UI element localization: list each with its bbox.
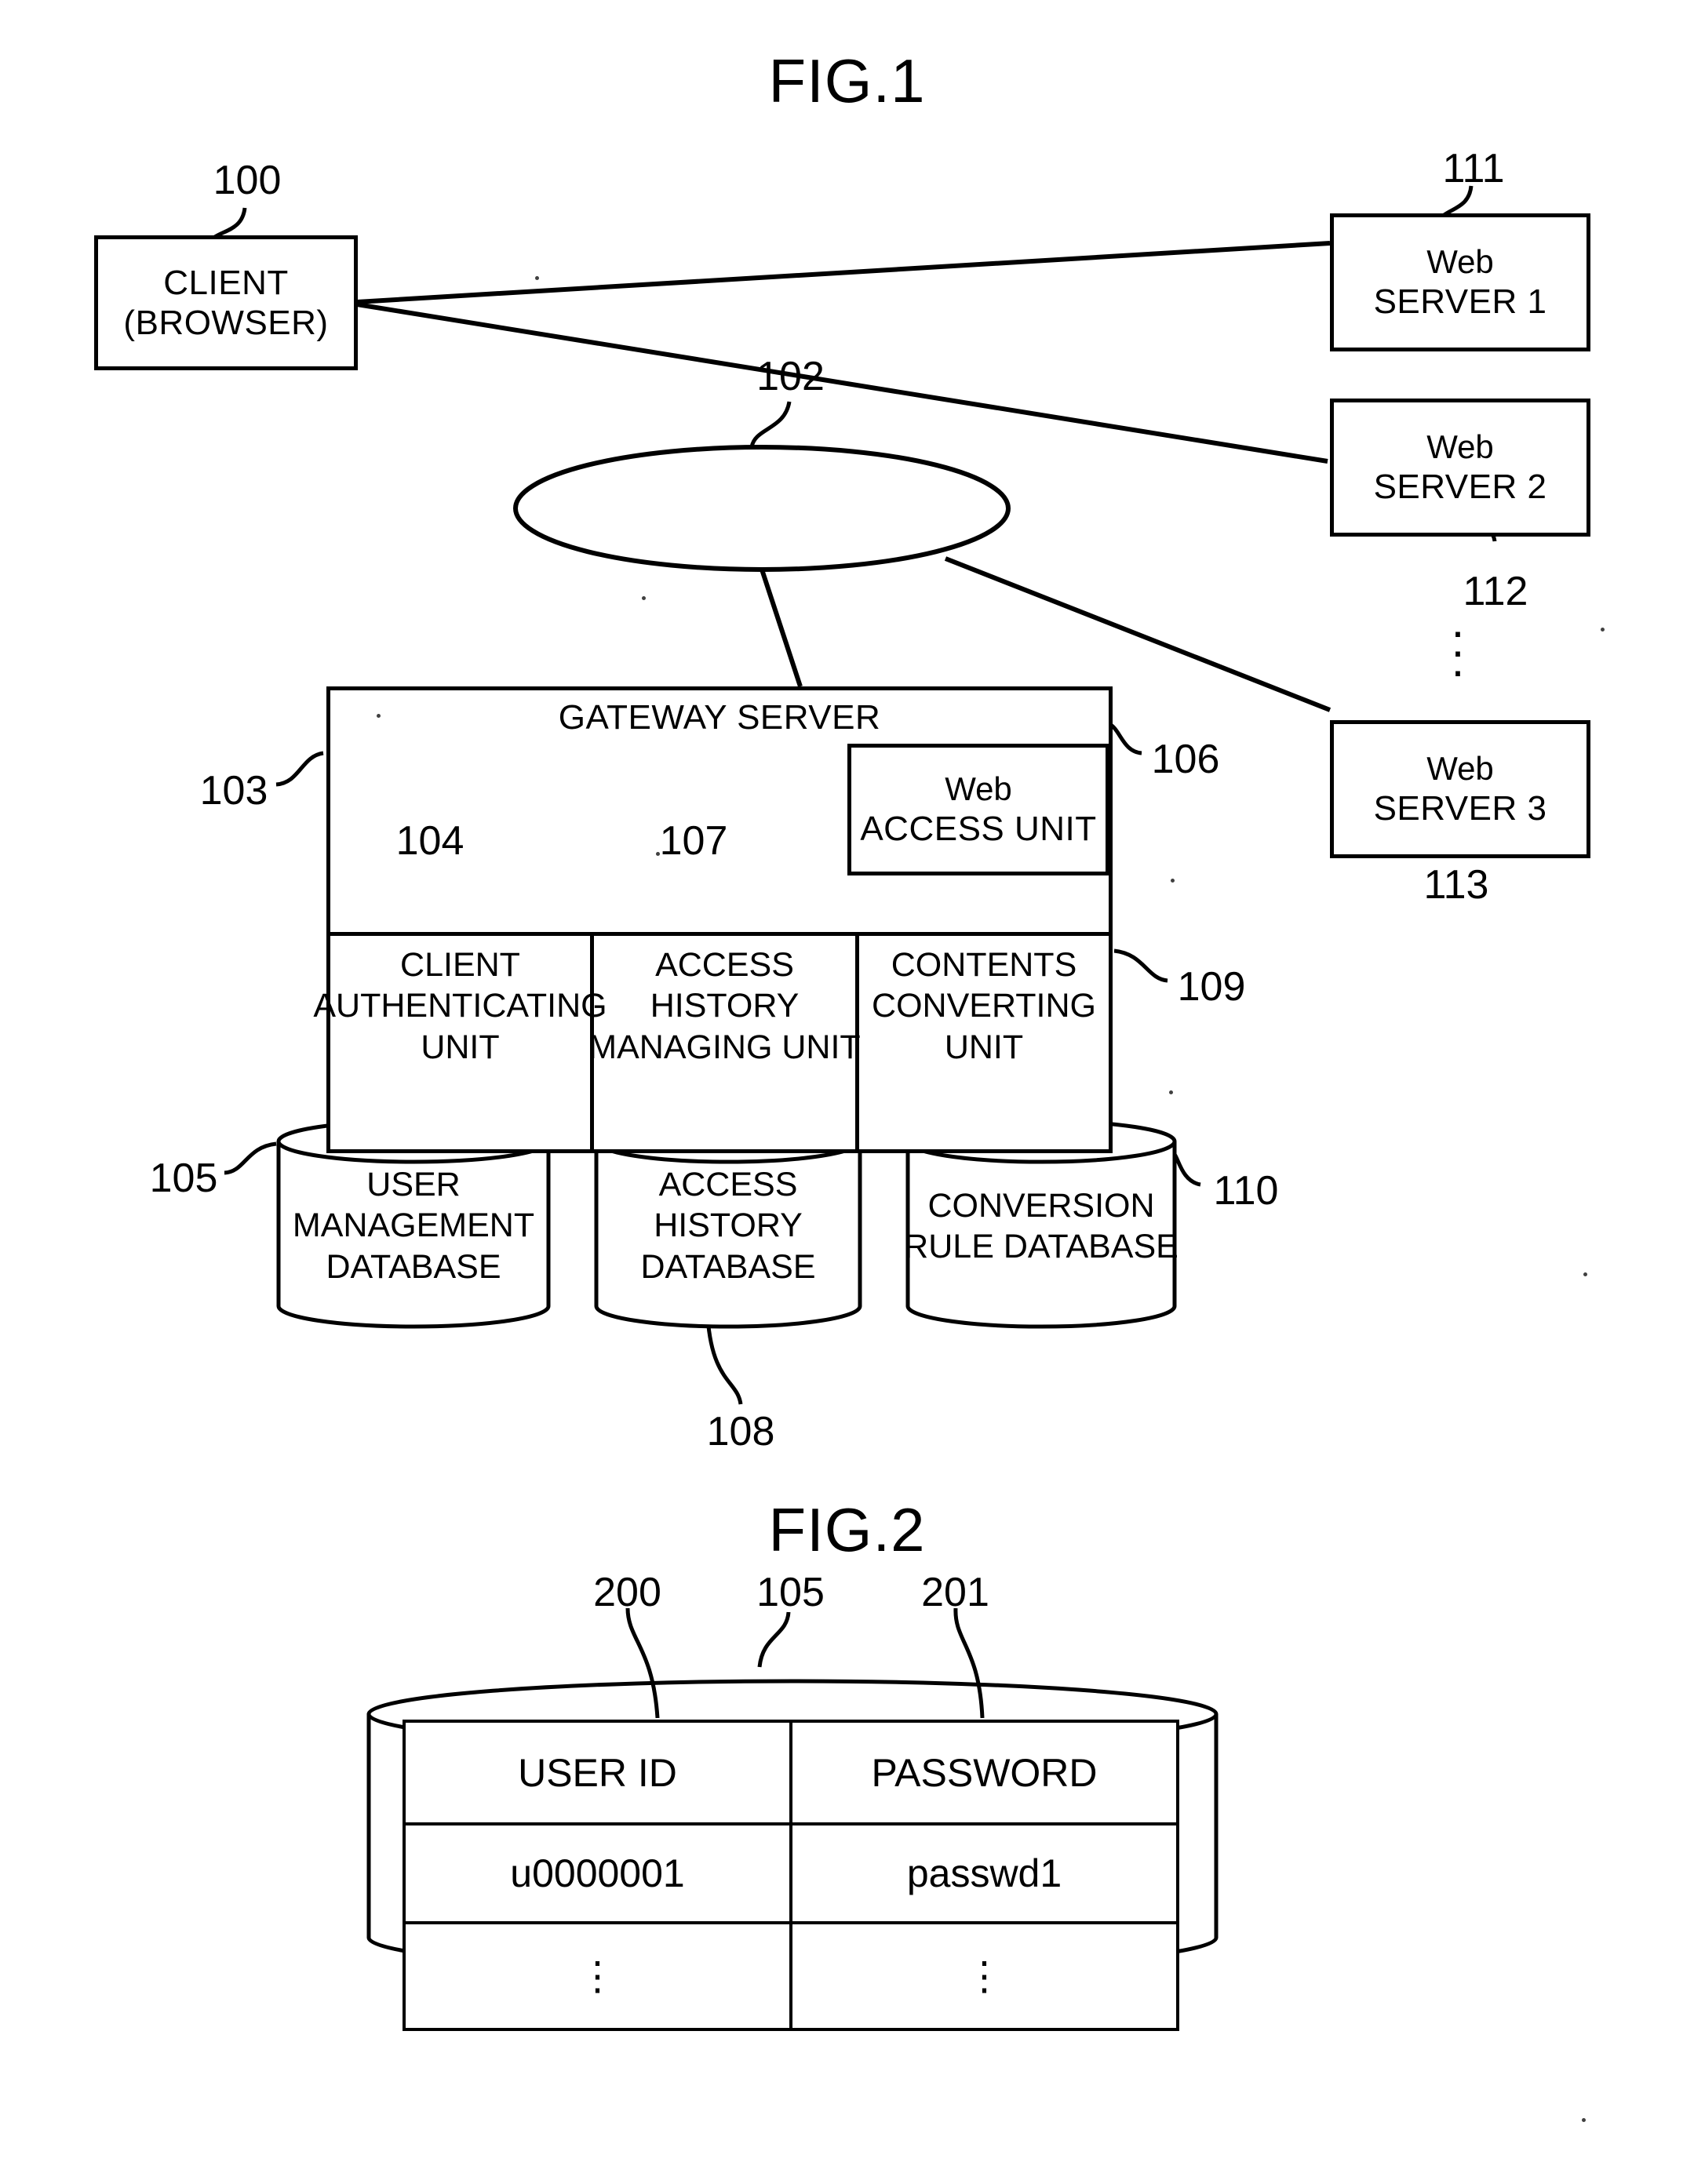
table-row-ellipsis: ⋮ ⋮ <box>403 1921 1179 2031</box>
user-management-database-line3: DATABASE <box>326 1247 501 1286</box>
ref-109: 109 <box>1177 964 1246 1010</box>
client-authenticating-unit-line2: AUTHENTICATING <box>313 987 607 1025</box>
leader-110 <box>1171 1152 1201 1187</box>
column-header-user-id: USER ID <box>403 1720 792 1825</box>
ref-108: 108 <box>706 1409 775 1454</box>
link-client-to-server1 <box>356 241 1331 304</box>
access-history-managing-unit[interactable]: ACCESS HISTORY MANAGING UNIT <box>588 938 860 1152</box>
ref-201: 201 <box>921 1570 989 1615</box>
leader-102 <box>749 401 792 448</box>
access-history-managing-unit-line1: ACCESS <box>655 946 794 984</box>
web-access-unit-label-top: Web <box>945 770 1012 808</box>
cell-user-id: u0000001 <box>403 1822 792 1924</box>
leader-105-short <box>1084 1610 1114 1665</box>
web-server-3-box[interactable]: Web SERVER 3 <box>1330 720 1590 858</box>
client-authenticating-unit-line3: UNIT <box>421 1028 500 1066</box>
user-management-database-line1: USER <box>366 1165 461 1203</box>
ref-100: 100 <box>213 158 282 203</box>
scan-speck <box>1169 1090 1173 1094</box>
user-management-database-line2: MANAGEMENT <box>292 1207 535 1245</box>
gateway-row-top-divider <box>326 932 1113 936</box>
access-history-database-label[interactable]: ACCESS HISTORY DATABASE <box>596 1153 860 1298</box>
figure-1-title: FIG.1 <box>768 46 926 115</box>
leader-201 <box>953 1607 985 1719</box>
table-row[interactable]: u0000001 passwd1 <box>403 1822 1179 1924</box>
ref-106: 106 <box>1151 737 1220 782</box>
conversion-rule-database-line2: RULE DATABASE <box>904 1228 1179 1265</box>
leader-108 <box>705 1317 743 1405</box>
ref-105: 105 <box>149 1156 218 1201</box>
contents-converting-unit-line3: UNIT <box>944 1028 1024 1066</box>
cell-password: passwd1 <box>789 1822 1179 1924</box>
scan-speck <box>377 714 381 718</box>
leader-105-fig2 <box>787 1608 1114 1669</box>
scan-speck <box>1601 628 1605 632</box>
leader-200 <box>625 1607 660 1719</box>
leader-105 <box>224 1141 277 1175</box>
scan-speck <box>642 596 646 600</box>
link-client-to-server2 <box>356 302 1328 464</box>
client-browser-box[interactable]: CLIENT (BROWSER) <box>94 235 358 370</box>
web-server-1-box[interactable]: Web SERVER 1 <box>1330 213 1590 351</box>
user-management-table[interactable]: USER ID PASSWORD u0000001 passwd1 ⋮ ⋮ <box>403 1720 1179 2031</box>
contents-converting-unit-line1: CONTENTS <box>891 946 1077 984</box>
web-access-unit-label-bottom: ACCESS UNIT <box>860 809 1097 848</box>
scan-speck <box>535 276 539 280</box>
scan-speck <box>1171 879 1175 883</box>
ref-110: 110 <box>1213 1168 1279 1214</box>
web-server-1-label-top: Web <box>1426 243 1494 281</box>
gateway-server-title: GATEWAY SERVER <box>558 698 881 737</box>
ref-103: 103 <box>199 768 268 814</box>
scan-speck <box>656 852 660 856</box>
ref-102: 102 <box>756 354 825 399</box>
access-history-managing-unit-line3: MANAGING UNIT <box>588 1028 861 1066</box>
network-ellipse <box>513 445 1011 572</box>
scan-speck <box>1582 2118 1586 2122</box>
ref-107: 107 <box>659 818 728 864</box>
leader-106 <box>1106 721 1142 755</box>
leader-109 <box>1113 948 1168 983</box>
web-server-3-label-top: Web <box>1426 750 1494 788</box>
web-server-2-label-bottom: SERVER 2 <box>1373 467 1547 506</box>
client-label-line2: (BROWSER) <box>123 304 329 342</box>
conversion-rule-database-line1: CONVERSION <box>927 1186 1155 1225</box>
web-server-2-box[interactable]: Web SERVER 2 <box>1330 399 1590 537</box>
ref-104: 104 <box>395 818 464 864</box>
link-network-to-gateway <box>760 569 803 687</box>
scan-speck <box>1583 1272 1587 1276</box>
figure-2-title: FIG.2 <box>768 1495 926 1564</box>
client-label-line1: CLIENT <box>163 263 289 302</box>
ref-105-fig2: 105 <box>756 1570 825 1615</box>
user-management-database-label[interactable]: USER MANAGEMENT DATABASE <box>279 1153 548 1298</box>
conversion-rule-database-label[interactable]: CONVERSION RULE DATABASE <box>904 1159 1179 1293</box>
client-authenticating-unit[interactable]: CLIENT AUTHENTICATING UNIT <box>313 938 607 1152</box>
leader-105-fig2-real <box>757 1611 791 1668</box>
table-header-row: USER ID PASSWORD <box>403 1720 1179 1825</box>
web-access-unit-box[interactable]: Web ACCESS UNIT <box>847 744 1109 875</box>
client-authenticating-unit-line1: CLIENT <box>400 946 520 984</box>
web-server-1-label-bottom: SERVER 1 <box>1373 282 1547 321</box>
contents-converting-unit-line2: CONVERTING <box>872 987 1096 1025</box>
cell-user-id-ellipsis-icon: ⋮ <box>403 1921 792 2031</box>
leader-105-fig2-visible <box>785 1610 1122 1683</box>
access-history-database-line2: HISTORY <box>654 1207 803 1245</box>
cell-password-ellipsis-icon: ⋮ <box>789 1921 1179 2031</box>
access-history-database-line1: ACCESS <box>658 1165 798 1203</box>
ref-111: 111 <box>1442 146 1505 191</box>
ref-200: 200 <box>593 1570 661 1615</box>
web-servers-vertical-ellipsis-icon: · · · <box>1450 605 1466 697</box>
patent-drawing-sheet: FIG.1 100 CLIENT (BROWSER) 102 111 Web S… <box>0 0 1694 2184</box>
access-history-managing-unit-line2: HISTORY <box>650 987 800 1025</box>
leader-103 <box>275 751 324 787</box>
column-header-password: PASSWORD <box>789 1720 1179 1825</box>
ref-113: 113 <box>1423 862 1489 908</box>
web-server-2-label-top: Web <box>1426 428 1494 466</box>
leader-105-fig2-curve <box>789 1610 1124 1679</box>
access-history-database-line3: DATABASE <box>640 1247 816 1286</box>
web-server-3-label-bottom: SERVER 3 <box>1373 788 1547 828</box>
contents-converting-unit[interactable]: CONTENTS CONVERTING UNIT <box>859 938 1109 1152</box>
